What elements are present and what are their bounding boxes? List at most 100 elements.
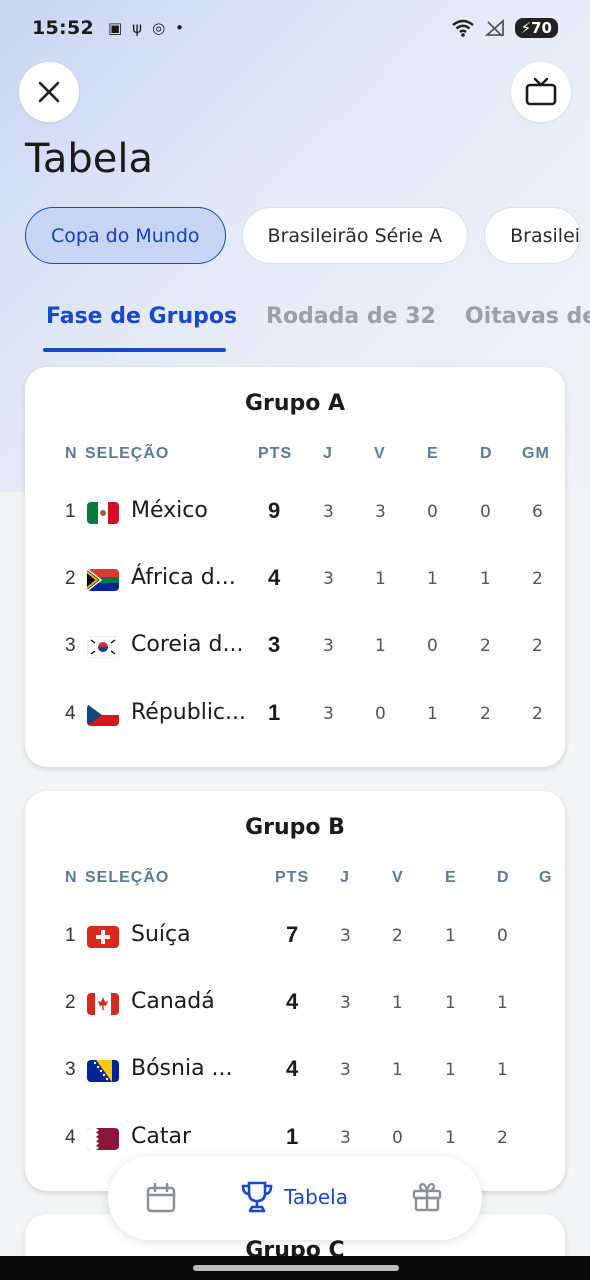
czech-flag-icon	[87, 704, 119, 726]
group-card-b: Grupo B N SELEÇÃO PTS J V E D G 1 Suíça …	[25, 791, 565, 1191]
signal-off-icon	[484, 19, 504, 37]
competition-selector: Copa do Mundo Brasileirão Série A Brasil…	[25, 207, 582, 264]
group-title: Grupo A	[244, 391, 346, 416]
stat-draws: 1	[427, 569, 438, 589]
stage-tabs: Fase de Grupos Rodada de 32 Oitavas de	[0, 296, 590, 356]
nav-gifts[interactable]	[412, 1182, 442, 1212]
stat-wins: 1	[375, 569, 386, 589]
header-team: SELEÇÃO	[85, 869, 170, 886]
stat-draws: 1	[427, 704, 438, 724]
nav-tabela[interactable]: Tabela	[240, 1180, 348, 1214]
table-row[interactable]: 1 Suíça 7 3 2 1 0	[25, 917, 565, 957]
tv-icon	[525, 77, 557, 106]
canada-flag-icon	[87, 993, 119, 1015]
header-draws: E	[427, 445, 439, 462]
team-points: 9	[268, 498, 281, 523]
nav-calendar[interactable]	[146, 1183, 176, 1213]
team-name: México	[131, 498, 208, 523]
tab-fase-de-grupos[interactable]: Fase de Grupos	[46, 304, 237, 329]
stat-wins: 0	[375, 704, 386, 724]
table-row[interactable]: 3 Coreia d... 3 3 1 0 2 2	[25, 627, 565, 667]
stat-games: 3	[340, 1060, 351, 1080]
bosnia-flag-icon	[87, 1060, 119, 1082]
team-name: Suíça	[131, 922, 191, 947]
header-points: PTS	[258, 445, 293, 462]
tab-oitavas[interactable]: Oitavas de	[465, 304, 590, 329]
stat-games: 3	[323, 636, 334, 656]
stat-games: 3	[323, 704, 334, 724]
table-row[interactable]: 1 México 9 3 3 0 0 6	[25, 493, 565, 533]
stat-losses: 0	[480, 502, 491, 522]
stat-games: 3	[323, 502, 334, 522]
stat-losses: 1	[497, 1060, 508, 1080]
usb-icon: ψ	[132, 19, 143, 37]
chip-brasileirao-serie-b[interactable]: Brasilei	[484, 207, 582, 264]
tv-button[interactable]	[511, 62, 571, 122]
stat-games: 3	[340, 1128, 351, 1148]
stat-losses: 2	[480, 636, 491, 656]
whatsapp-icon: ◎	[152, 19, 166, 37]
table-row[interactable]: 2 África d... 4 3 1 1 1 2	[25, 560, 565, 600]
row-position: 2	[65, 992, 76, 1013]
group-title: Grupo B	[245, 815, 345, 840]
stat-draws: 0	[427, 636, 438, 656]
header-position: N	[65, 445, 78, 462]
page-title: Tabela	[25, 136, 153, 182]
row-position: 4	[65, 703, 76, 724]
stat-goals-for: 6	[532, 502, 543, 522]
tab-rodada-de-32[interactable]: Rodada de 32	[266, 304, 436, 329]
system-navigation-bar	[0, 1256, 590, 1280]
table-row[interactable]: 4 Catar 1 3 0 1 2	[25, 1119, 565, 1159]
table-row[interactable]: 3 Bósnia ... 4 3 1 1 1	[25, 1051, 565, 1091]
stat-games: 3	[323, 569, 334, 589]
team-name: Bósnia ...	[131, 1056, 233, 1081]
header-wins: V	[392, 869, 404, 886]
row-position: 3	[65, 1059, 76, 1080]
header-goals-for: GM	[522, 445, 550, 462]
stat-losses: 2	[480, 704, 491, 724]
south-korea-flag-icon	[87, 636, 119, 658]
chip-brasileirao-serie-a[interactable]: Brasileirão Série A	[241, 207, 469, 264]
row-position: 1	[65, 925, 76, 946]
team-points: 1	[268, 700, 281, 725]
stat-games: 3	[340, 926, 351, 946]
close-icon	[38, 81, 60, 103]
header-losses: D	[480, 445, 493, 462]
status-time: 15:52	[32, 17, 94, 39]
header-goals-for: G	[539, 869, 553, 886]
stat-goals-for: 2	[532, 569, 543, 589]
team-points: 3	[268, 632, 281, 657]
team-points: 7	[286, 922, 299, 947]
home-indicator[interactable]	[193, 1265, 399, 1271]
team-name: África d...	[131, 565, 236, 590]
header-team: SELEÇÃO	[85, 445, 170, 462]
header-points: PTS	[275, 869, 310, 886]
header-losses: D	[497, 869, 510, 886]
qatar-flag-icon	[87, 1128, 119, 1150]
header-draws: E	[445, 869, 457, 886]
chip-copa-do-mundo[interactable]: Copa do Mundo	[25, 207, 226, 264]
bottom-navigation: Tabela	[108, 1156, 482, 1240]
stat-goals-for: 2	[532, 704, 543, 724]
team-name: Catar	[131, 1124, 191, 1149]
stat-draws: 0	[427, 502, 438, 522]
close-button[interactable]	[19, 62, 79, 122]
table-row[interactable]: 2 Canadá 4 3 1 1 1	[25, 984, 565, 1024]
row-position: 4	[65, 1127, 76, 1148]
table-row[interactable]: 4 Républic... 1 3 0 1 2 2	[25, 695, 565, 735]
stat-losses: 2	[497, 1128, 508, 1148]
active-tab-indicator	[43, 348, 226, 352]
team-points: 4	[286, 1056, 299, 1081]
stat-draws: 1	[445, 1128, 456, 1148]
wifi-icon	[451, 19, 474, 37]
row-position: 1	[65, 501, 76, 522]
team-name: Républic...	[131, 700, 247, 725]
stat-wins: 1	[392, 1060, 403, 1080]
south-africa-flag-icon	[87, 569, 119, 591]
team-points: 4	[286, 989, 299, 1014]
stat-draws: 1	[445, 926, 456, 946]
battery-indicator: ⚡70	[514, 18, 558, 38]
stat-wins: 0	[392, 1128, 403, 1148]
stat-wins: 3	[375, 502, 386, 522]
stat-goals-for: 2	[532, 636, 543, 656]
